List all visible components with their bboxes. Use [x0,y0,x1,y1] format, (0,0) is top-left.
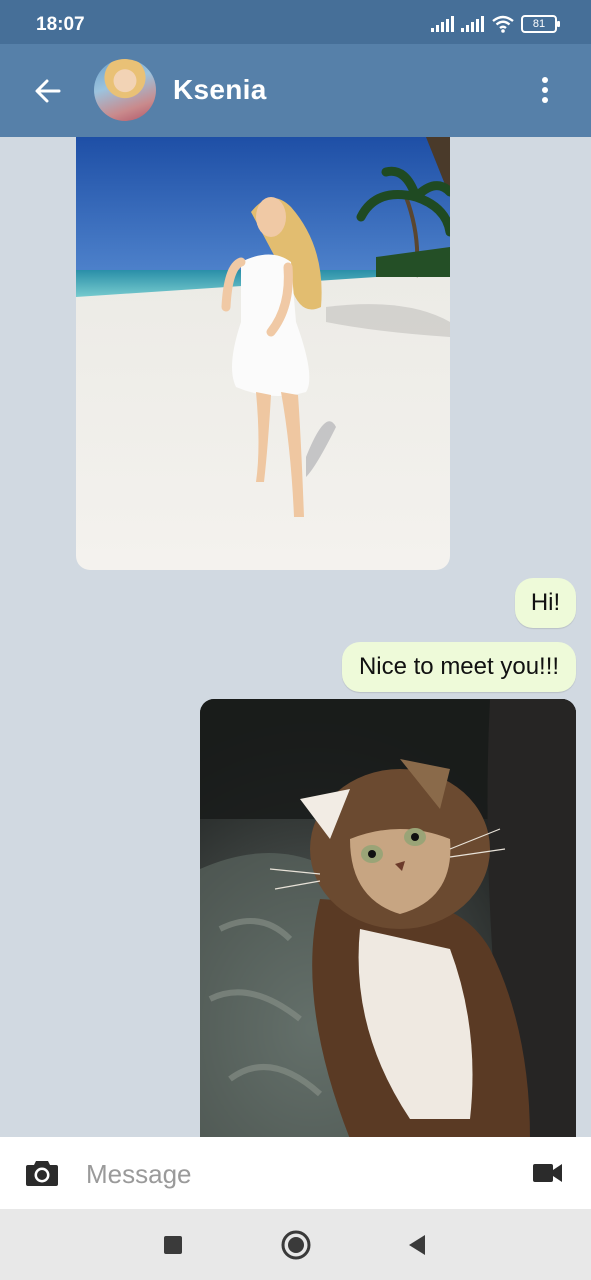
beach-photo [76,137,450,570]
camera-button[interactable] [24,1155,60,1191]
message-bubble[interactable]: Hi! [515,578,576,628]
chat-header: Ksenia [0,44,591,137]
more-vert-icon [542,77,548,103]
photo-message-kitten[interactable] [200,699,576,1139]
back-triangle-icon[interactable] [405,1231,429,1259]
message-bubble[interactable]: Nice to meet you!!! [342,642,576,692]
status-icons: 81 [431,14,560,34]
signal-icon [431,16,454,32]
video-button[interactable] [531,1157,565,1189]
battery-icon: 81 [521,15,560,33]
back-arrow-icon [35,79,61,103]
signal-icon [461,16,484,32]
recents-square-icon[interactable] [162,1234,184,1256]
message-text: Hi! [530,589,561,616]
kitten-photo [200,699,576,1139]
video-camera-icon [533,1164,562,1182]
message-composer [0,1137,591,1209]
system-nav-bar [0,1209,591,1280]
message-input[interactable] [84,1151,488,1197]
avatar[interactable] [94,59,156,121]
status-time: 18:07 [36,14,85,35]
status-bar: 18:07 81 [0,0,591,44]
photo-message-beach[interactable] [76,137,450,570]
back-button[interactable] [24,68,70,114]
home-circle-icon[interactable] [280,1229,312,1261]
camera-icon [26,1161,58,1186]
chat-title[interactable]: Ksenia [173,74,267,106]
message-text: Nice to meet you!!! [358,653,560,680]
more-options-button[interactable] [525,70,565,110]
wifi-icon [492,15,514,33]
